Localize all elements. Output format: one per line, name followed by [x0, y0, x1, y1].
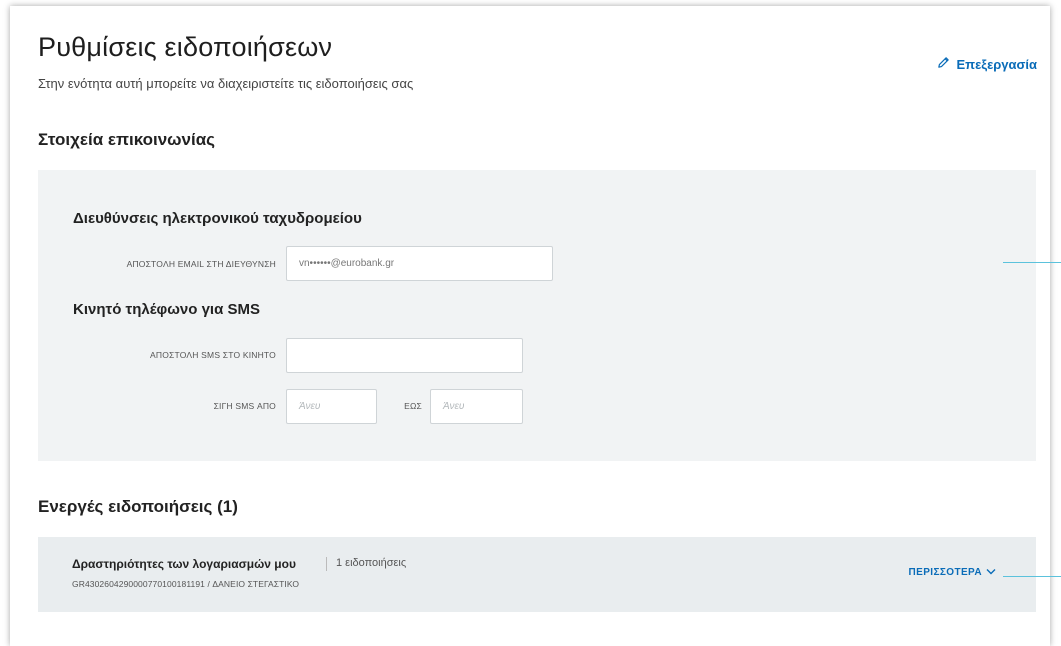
indicator-line: [1003, 576, 1061, 577]
chevron-down-icon: [986, 567, 996, 578]
more-label: ΠΕΡΙΣΣΟΤΕΡΑ: [908, 567, 982, 578]
pencil-icon: [937, 56, 950, 72]
silence-from-label: ΣΙΓΗ SMS ΑΠΟ: [213, 401, 276, 411]
alert-account: GR4302604290000770100181191 / ΔΑΝΕΙΟ ΣΤΕ…: [72, 579, 300, 589]
contact-section-title: Στοιχεία επικοινωνίας: [38, 130, 215, 149]
alerts-section-title: Ενεργές ειδοποιήσεις (1): [38, 497, 238, 516]
sms-phone-field[interactable]: [286, 338, 523, 373]
more-button[interactable]: ΠΕΡΙΣΣΟΤΕΡΑ: [909, 567, 996, 578]
contact-panel: Διευθύνσεις ηλεκτρονικού ταχυδρομείου ΑΠ…: [38, 170, 1036, 461]
silence-to-field[interactable]: Άνευ: [430, 389, 523, 424]
divider: [326, 557, 327, 571]
edit-label: Επεξεργασία: [956, 56, 1037, 72]
edit-button[interactable]: Επεξεργασία: [937, 56, 1037, 72]
silence-to-label: ΕΩΣ: [404, 401, 422, 411]
email-field[interactable]: vn••••••@eurobank.gr: [286, 246, 553, 281]
email-section-title: Διευθύνσεις ηλεκτρονικού ταχυδρομείου: [73, 210, 362, 227]
page-title: Ρυθμίσεις ειδοποιήσεων: [38, 32, 333, 62]
email-field-label: ΑΠΟΣΤΟΛΗ EMAIL ΣΤΗ ΔΙΕΥΘΥΝΣΗ: [126, 259, 276, 269]
indicator-line: [1003, 262, 1061, 263]
sms-field-label: ΑΠΟΣΤΟΛΗ SMS ΣΤΟ ΚΙΝΗΤΟ: [150, 350, 276, 360]
sms-section-title: Κινητό τηλέφωνο για SMS: [73, 301, 260, 318]
page-subtitle: Στην ενότητα αυτή μπορείτε να διαχειριστ…: [38, 76, 414, 91]
alert-title: Δραστηριότητες των λογαριασμών μου: [72, 557, 296, 571]
silence-from-field[interactable]: Άνευ: [286, 389, 377, 424]
alert-row[interactable]: Δραστηριότητες των λογαριασμών μου 1 ειδ…: [38, 537, 1036, 612]
alert-count: 1 ειδοποιήσεις: [336, 557, 407, 569]
